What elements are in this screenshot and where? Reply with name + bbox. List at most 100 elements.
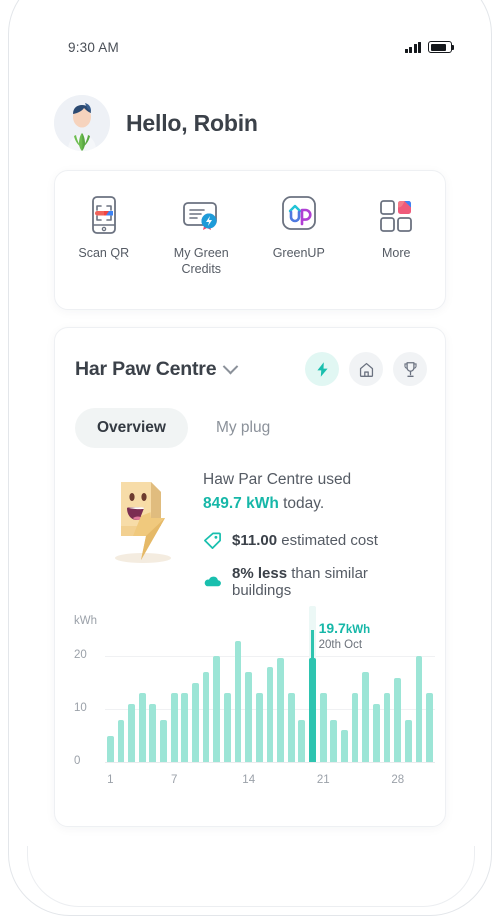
- chart-y-tick-label: 20: [74, 649, 87, 662]
- trophy-button[interactable]: [393, 352, 427, 386]
- tooltip-unit: kWh: [345, 623, 371, 636]
- chart-bar: [234, 640, 242, 762]
- home-icon: [359, 362, 373, 377]
- chart-bar: [266, 666, 274, 762]
- status-indicators: [405, 41, 455, 53]
- chart-bar-column[interactable]: [414, 630, 425, 762]
- chart-bar-column[interactable]: [424, 630, 435, 762]
- tab-overview[interactable]: Overview: [75, 408, 188, 448]
- chart-bar-column[interactable]: [286, 630, 297, 762]
- quick-action-my-green-credits[interactable]: My Green Credits: [153, 193, 251, 277]
- chart-bar: [394, 677, 402, 762]
- chart-bar: [160, 719, 167, 762]
- chart-bar: [287, 693, 295, 762]
- chart-bar: [351, 693, 359, 762]
- usage-value: 849.7 kWh: [203, 495, 279, 513]
- chart-bar: [149, 703, 157, 762]
- chevron-down-icon: [223, 358, 239, 374]
- chart-bar-column[interactable]: [148, 630, 159, 762]
- chart-bar: [383, 693, 391, 762]
- quick-action-label: Scan QR: [78, 246, 130, 260]
- greenup-logo-icon: [281, 196, 316, 230]
- chart-bar: [309, 657, 316, 762]
- chart-bar: [213, 656, 221, 762]
- chart-bar: [330, 719, 338, 762]
- chart-bar: [341, 730, 348, 762]
- bolt-button[interactable]: [305, 352, 339, 386]
- quick-action-label: My Green Credits: [173, 246, 229, 276]
- chart-bar: [277, 657, 284, 762]
- chart-bar-column[interactable]: [392, 630, 403, 762]
- usage-card: Har Paw Centre Overview My plug Haw Par …: [54, 327, 446, 827]
- chart-bar-column[interactable]: [297, 630, 308, 762]
- chart-highlight-marker: [311, 629, 314, 660]
- stat-estimated-cost: $11.00 estimated cost: [203, 531, 427, 550]
- chart-bar: [298, 719, 306, 762]
- quick-action-label: More: [382, 246, 411, 260]
- lightning-bolt-mascot: [115, 482, 171, 563]
- green-credits-certificate-icon: [183, 202, 218, 230]
- quick-action-scan-qr[interactable]: Scan QR: [55, 193, 153, 262]
- chart-bar-column[interactable]: [137, 630, 148, 762]
- usage-bar-chart: kWh 0 10 20 19.7kWh 20th Oct 1 7 14 21 28: [71, 606, 435, 806]
- tab-my-plug[interactable]: My plug: [194, 408, 292, 448]
- avatar[interactable]: [54, 95, 110, 151]
- chart-bar-column[interactable]: [190, 630, 201, 762]
- chart-y-tick-label: 10: [74, 702, 87, 715]
- building-selector[interactable]: Har Paw Centre: [75, 358, 239, 381]
- chart-bar: [426, 693, 433, 762]
- tooltip-date: 20th Oct: [318, 638, 363, 651]
- scan-qr-icon: [91, 196, 116, 234]
- chart-x-tick-label: 21: [316, 774, 330, 786]
- chart-bar: [192, 682, 199, 762]
- chart-bar-column[interactable]: [254, 630, 265, 762]
- chart-bar-column[interactable]: [371, 630, 382, 762]
- chart-bar-column[interactable]: [201, 630, 212, 762]
- chart-bar-column[interactable]: [382, 630, 393, 762]
- chart-bar: [202, 672, 210, 762]
- building-header-row: Har Paw Centre: [75, 352, 427, 386]
- chart-bar: [319, 693, 327, 762]
- chart-bar-column[interactable]: [116, 630, 127, 762]
- chart-plot-area: [105, 606, 435, 762]
- chart-bar-column[interactable]: [179, 630, 190, 762]
- chart-bar-column[interactable]: [158, 630, 169, 762]
- tab-bar: Overview My plug: [75, 408, 292, 448]
- chart-bar-column[interactable]: [222, 630, 233, 762]
- home-button[interactable]: [349, 352, 383, 386]
- more-grid-icon: [380, 200, 413, 232]
- chart-y-tick-label: 0: [74, 755, 81, 767]
- price-tag-icon: [204, 532, 221, 549]
- chart-bar-column[interactable]: [403, 630, 414, 762]
- chart-baseline: [105, 762, 435, 763]
- chart-bar: [362, 672, 370, 762]
- cost-value: $11.00: [232, 532, 278, 550]
- quick-action-greenup[interactable]: GreenUP: [250, 193, 348, 262]
- stat-comparison: 8% less than similar buildings: [203, 565, 427, 599]
- chart-bar: [181, 693, 189, 762]
- usage-line-prefix: Haw Par Centre used: [203, 471, 352, 488]
- usage-line-suffix: today.: [283, 495, 325, 513]
- chart-bar-column[interactable]: [265, 630, 276, 762]
- chart-bar-column[interactable]: [169, 630, 180, 762]
- usage-summary: Haw Par Centre used 849.7 kWh today. $11…: [75, 468, 427, 599]
- chart-bar-column[interactable]: [105, 630, 116, 762]
- chart-bar-column[interactable]: [243, 630, 254, 762]
- chart-bar-column[interactable]: [275, 630, 286, 762]
- chart-bar-column[interactable]: [211, 630, 222, 762]
- chart-bar: [106, 735, 114, 762]
- chart-bar: [117, 719, 125, 762]
- chart-x-axis: 1 7 14 21 28: [105, 774, 435, 794]
- greeting-title: Hello, Robin: [126, 109, 258, 136]
- chart-bar-column[interactable]: [126, 630, 137, 762]
- chart-x-tick-label: 28: [391, 774, 405, 786]
- chart-bar: [415, 656, 423, 762]
- trophy-icon: [403, 361, 417, 377]
- quick-action-more[interactable]: More: [348, 193, 446, 262]
- chart-unit-label: kWh: [74, 615, 97, 627]
- chart-bar-column[interactable]: [233, 630, 244, 762]
- tooltip-value: 19.7: [318, 619, 346, 636]
- chart-x-tick-label: 14: [242, 774, 256, 786]
- chart-x-tick-label: 1: [107, 774, 114, 786]
- battery-icon: [428, 41, 455, 53]
